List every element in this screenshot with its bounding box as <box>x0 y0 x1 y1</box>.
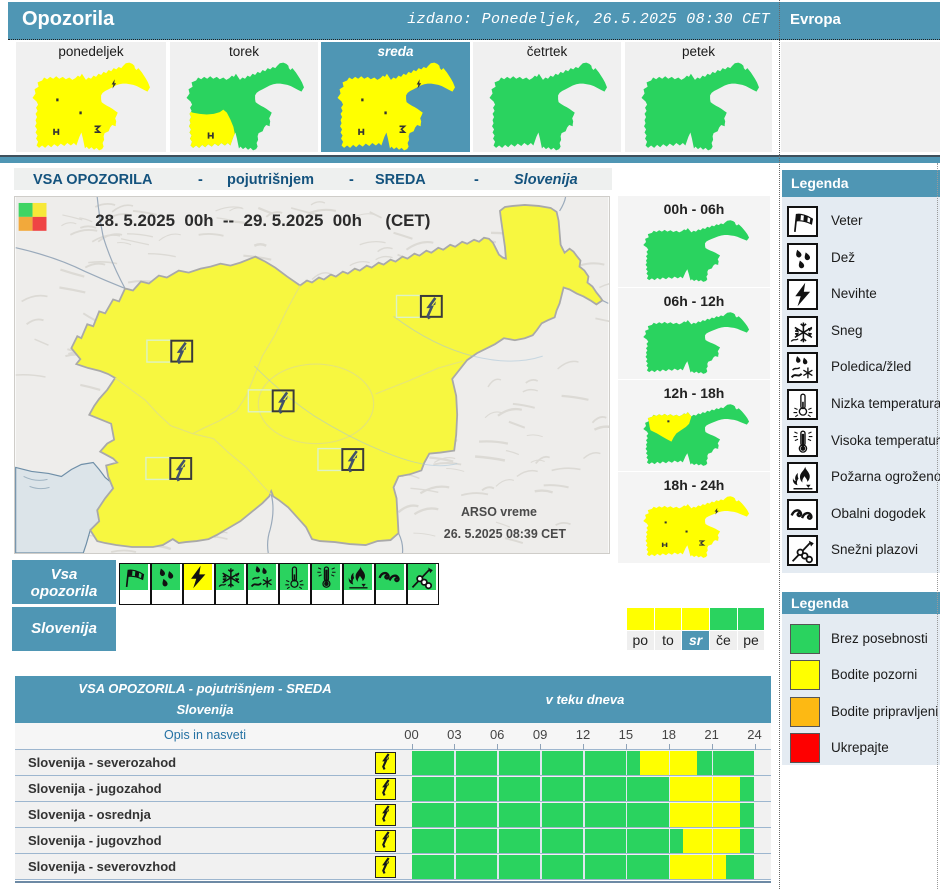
svg-text:28. 5.2025 00h -- 29. 5.202: 28. 5.2025 00h -- 29. 5.2025 00h (CET) <box>95 211 430 230</box>
svg-text:ARSO vreme: ARSO vreme <box>461 505 537 519</box>
svg-text:26. 5.2025 08:39 CET: 26. 5.2025 08:39 CET <box>444 527 567 541</box>
